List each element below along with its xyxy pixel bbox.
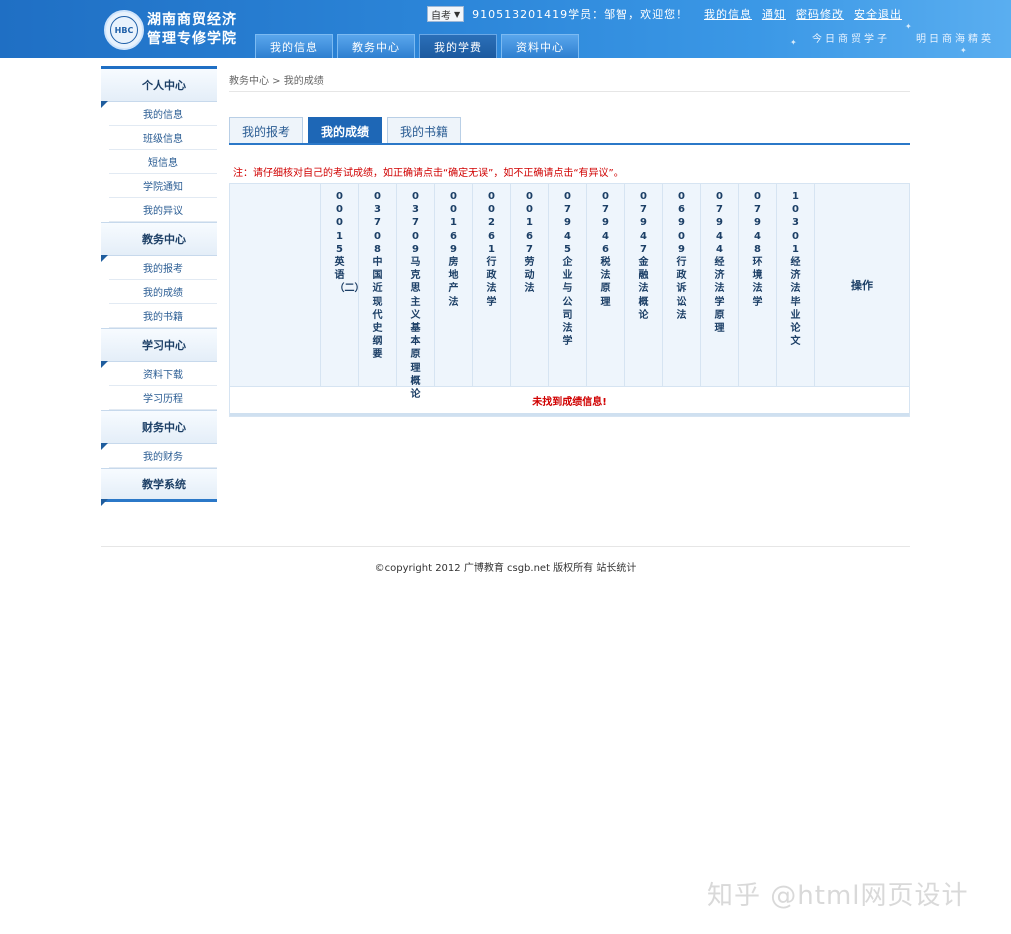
- column-header-label: 07947金融法概论: [638, 191, 649, 321]
- table-header-cell: 00169房地产法: [435, 184, 473, 386]
- corner-marker-icon: [101, 361, 108, 368]
- sidebar-section-title: 教学系统: [142, 478, 186, 491]
- table-header-cell: 07945企业与公司法学: [549, 184, 587, 386]
- sidebar-section-finance[interactable]: 财务中心: [101, 410, 217, 450]
- column-header-label: 03709马克思主义基本原理概论: [410, 191, 421, 401]
- corner-marker-icon: [101, 499, 108, 506]
- sidebar-section-learning[interactable]: 学习中心: [101, 328, 217, 368]
- sparkle-icon: ✦: [790, 38, 797, 47]
- footer-divider: [101, 546, 910, 547]
- sidebar-section-title: 财务中心: [142, 421, 186, 434]
- sidebar-item-scores[interactable]: 我的成绩: [109, 280, 217, 304]
- sidebar-item-my-finance[interactable]: 我的财务: [109, 444, 217, 468]
- table-header-cell: 07946税法原理: [587, 184, 625, 386]
- slogan: 今日商贸学子 明日商海精英: [812, 34, 994, 45]
- sidebar-item-objections[interactable]: 我的异议: [109, 198, 217, 222]
- footer-copyright: ©copyright 2012 广博教育 csgb.net 版权所有 站长统计: [374, 563, 637, 574]
- column-header-label: 00169房地产法: [448, 191, 459, 308]
- column-header-label: 00015英语（二）: [334, 191, 365, 295]
- table-header-cell: 03709马克思主义基本原理概论: [397, 184, 435, 401]
- sparkle-icon: ✦: [960, 46, 967, 55]
- exam-type-value: 自考: [431, 10, 451, 22]
- corner-marker-icon: [101, 443, 108, 450]
- corner-marker-icon: [101, 255, 108, 262]
- link-change-password[interactable]: 密码修改: [796, 6, 844, 22]
- nav-my-info[interactable]: 我的信息: [255, 34, 333, 58]
- corner-marker-icon: [101, 101, 108, 108]
- sidebar-section-title: 教务中心: [142, 233, 186, 246]
- nav-my-fees[interactable]: 我的学费: [419, 34, 497, 58]
- school-name-line1: 湖南商贸经济: [147, 12, 237, 28]
- tab-registration[interactable]: 我的报考: [229, 117, 304, 144]
- empty-message: 未找到成绩信息!: [230, 386, 909, 413]
- sidebar-section-academic[interactable]: 教务中心: [101, 222, 217, 262]
- main-nav: 我的信息 教务中心 我的学费 资料中心: [255, 34, 579, 58]
- sidebar: 个人中心 我的信息 班级信息 短信息 学院通知 我的异议 教务中心 我的报考 我…: [101, 66, 217, 506]
- sidebar-section-teaching-system[interactable]: 教学系统: [101, 468, 217, 506]
- table-header-blank: [230, 184, 321, 386]
- column-header-label: 07944经济法学原理: [714, 191, 725, 335]
- site-header: HBC 湖南商贸经济 管理专修学院 自考 ▼ 910513201419学员：邹智…: [0, 0, 1011, 58]
- tab-books[interactable]: 我的书籍: [387, 117, 462, 144]
- chevron-down-icon: ▼: [454, 9, 461, 19]
- logo-text: HBC: [110, 16, 138, 44]
- welcome-text: 910513201419学员：邹智，欢迎您！: [472, 8, 689, 21]
- tab-scores[interactable]: 我的成绩: [308, 117, 383, 144]
- column-header-label: 03708中国近现代史纲要: [372, 191, 383, 361]
- sidebar-item-registration[interactable]: 我的报考: [109, 256, 217, 280]
- table-header-cell: 10301经济法毕业论文: [777, 184, 815, 386]
- sidebar-item-messages[interactable]: 短信息: [109, 150, 217, 174]
- column-header-label: 10301经济法毕业论文: [790, 191, 801, 348]
- column-header-label: 07946税法原理: [600, 191, 611, 308]
- table-header-cell: 00167劳动法: [511, 184, 549, 386]
- column-header-label: 06909行政诉讼法: [676, 191, 687, 321]
- table-header-cell: 00261行政法学: [473, 184, 511, 386]
- nav-resource-center[interactable]: 资料中心: [501, 34, 579, 58]
- content-tabs: 我的报考 我的成绩 我的书籍: [229, 117, 462, 144]
- sidebar-section-personal[interactable]: 个人中心: [101, 66, 217, 108]
- divider: [229, 91, 910, 92]
- sidebar-item-books[interactable]: 我的书籍: [109, 304, 217, 328]
- exam-type-select[interactable]: 自考 ▼: [427, 6, 465, 22]
- school-name-line2: 管理专修学院: [147, 31, 237, 47]
- table-header-cell: 06909行政诉讼法: [663, 184, 701, 386]
- table-header-cell: 03708中国近现代史纲要: [359, 184, 397, 386]
- table-header-cell: 07947金融法概论: [625, 184, 663, 386]
- link-logout[interactable]: 安全退出: [854, 6, 902, 22]
- sidebar-item-notices[interactable]: 学院通知: [109, 174, 217, 198]
- table-header-row: 00015英语（二） 03708中国近现代史纲要 03709马克思主义基本原理概…: [230, 184, 909, 401]
- table-header-cell: 07944经济法学原理: [701, 184, 739, 386]
- column-header-label: 00167劳动法: [524, 191, 535, 295]
- link-my-info[interactable]: 我的信息: [704, 6, 752, 22]
- column-header-label: 07948环境法学: [752, 191, 763, 308]
- sidebar-item-learning-history[interactable]: 学习历程: [109, 386, 217, 410]
- link-notice[interactable]: 通知: [762, 6, 786, 22]
- table-header-operation: 操作: [851, 279, 873, 292]
- sidebar-section-title: 学习中心: [142, 339, 186, 352]
- table-header-cell: 07948环境法学: [739, 184, 777, 386]
- watermark: 知乎 @html网页设计: [707, 881, 969, 911]
- breadcrumb: 教务中心 > 我的成绩: [229, 76, 324, 87]
- column-header-label: 00261行政法学: [486, 191, 497, 308]
- sparkle-icon: ✦: [905, 22, 912, 31]
- table-bottom-bar: [230, 413, 909, 416]
- school-logo-icon: HBC: [104, 10, 144, 50]
- sidebar-section-title: 个人中心: [142, 79, 186, 92]
- table-header-cell: 00015英语（二）: [321, 184, 365, 386]
- nav-academic-center[interactable]: 教务中心: [337, 34, 415, 58]
- sidebar-item-class-info[interactable]: 班级信息: [109, 126, 217, 150]
- tab-underline: [229, 143, 910, 145]
- top-bar: 自考 ▼ 910513201419学员：邹智，欢迎您！: [427, 6, 688, 22]
- sidebar-item-downloads[interactable]: 资料下载: [109, 362, 217, 386]
- score-table: 00015英语（二） 03708中国近现代史纲要 03709马克思主义基本原理概…: [229, 183, 910, 417]
- column-header-label: 07945企业与公司法学: [562, 191, 573, 348]
- top-links: 我的信息 通知 密码修改 安全退出: [704, 6, 902, 22]
- sidebar-item-my-info[interactable]: 我的信息: [109, 102, 217, 126]
- school-name: 湖南商贸经济 管理专修学院: [147, 11, 237, 49]
- score-note: 注：请仔细核对自己的考试成绩，如正确请点击“确定无误”，如不正确请点击“有异议”…: [233, 168, 624, 179]
